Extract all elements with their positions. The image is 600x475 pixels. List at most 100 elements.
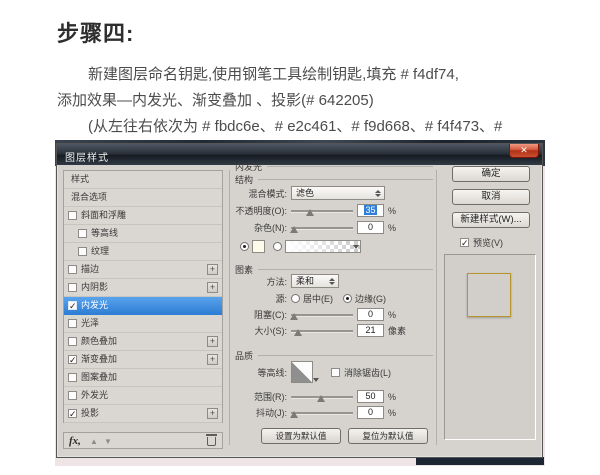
style-item-label: 图案叠加 [81,372,118,382]
range-row: 范围(R): 50 % [235,390,433,403]
choke-value: 0 [367,309,373,319]
reset-default-button[interactable]: 复位为默认值 [348,428,428,444]
style-item-label: 颜色叠加 [81,336,118,346]
checkbox-icon[interactable] [68,301,77,310]
chevron-updown-icon [327,277,336,286]
style-item-gradient-overlay[interactable]: 渐变叠加 + [64,351,222,369]
set-default-button[interactable]: 设置为默认值 [261,428,341,444]
source-center-radio[interactable] [291,294,300,303]
choke-slider[interactable] [290,309,353,321]
tutorial-line-1: 新建图层命名钥匙,使用钢笔工具绘制钥匙,填充 # f4df74, [88,66,459,83]
antialias-checkbox[interactable] [331,367,340,377]
source-edge-radio[interactable] [343,294,352,303]
plus-icon[interactable]: + [207,336,218,347]
style-item-styles[interactable]: 样式 [64,171,222,189]
checkbox-icon[interactable] [68,337,77,346]
noise-input[interactable]: 0 [357,221,384,234]
source-edge-label: 边缘(G) [355,294,386,304]
style-item-label: 描边 [81,264,100,274]
style-item-satin[interactable]: 光泽 [64,315,222,333]
gradient-bar[interactable] [285,240,361,253]
structure-group-header: 结构 [235,173,433,186]
opacity-unit: % [388,205,397,216]
noise-value: 0 [367,222,373,232]
style-item-texture[interactable]: 纹理 [64,243,222,261]
checkbox-icon[interactable] [68,319,77,328]
opacity-slider[interactable] [291,205,353,217]
opacity-input[interactable]: 35 [357,204,384,217]
technique-select[interactable]: 柔和 [291,274,339,288]
fx-icon[interactable]: fx, [69,435,81,447]
checkbox-icon[interactable] [68,409,77,418]
contour-thumbnail[interactable] [291,361,319,383]
cancel-button[interactable]: 取消 [452,189,530,205]
canvas-bottom-strip [416,457,544,465]
range-input[interactable]: 50 [357,390,384,403]
style-item-label: 内发光 [81,300,109,310]
move-down-icon[interactable]: ▼ [104,437,112,446]
color-radio[interactable] [240,242,249,251]
style-item-stroke[interactable]: 描边 + [64,261,222,279]
inner-glow-panel: 内发光 结构 混合模式: 滤色 不透明度(O): 35 % 杂色(N): 0 %… [235,160,433,452]
style-item-label: 等高线 [91,228,119,238]
range-slider[interactable] [291,391,353,403]
technique-value: 柔和 [296,276,315,286]
checkbox-icon[interactable] [68,211,77,220]
blend-mode-select[interactable]: 滤色 [291,186,385,200]
style-item-label: 混合选项 [71,192,108,202]
new-style-button[interactable]: 新建样式(W)... [452,212,530,228]
divider [258,269,433,270]
choke-unit: % [388,309,397,320]
size-input[interactable]: 21 [357,324,384,337]
plus-icon[interactable]: + [207,264,218,275]
checkbox-icon[interactable] [78,229,87,238]
delete-trash-icon[interactable] [206,434,217,446]
jitter-input[interactable]: 0 [357,406,384,419]
technique-row: 方法: 柔和 [235,274,433,288]
style-item-drop-shadow[interactable]: 投影 + [64,405,222,423]
gradient-radio[interactable] [273,242,282,251]
close-icon[interactable]: ✕ [509,144,539,158]
checkbox-icon[interactable] [68,373,77,382]
screenshot-region: 图层样式 ✕ 样式 混合选项 斜面和浮雕 等高线 纹理 描边 + 内阴影 + ✓… [55,140,545,466]
dialog-title: 图层样式 [65,153,109,164]
style-item-blending-options[interactable]: 混合选项 [64,189,222,207]
slider-thumb-icon[interactable] [316,394,325,402]
contour-row: 等高线: 消除锯齿(L) [235,361,433,383]
checkbox-icon[interactable] [78,247,87,256]
slider-thumb-icon[interactable] [290,225,299,233]
style-item-outer-glow[interactable]: 外发光 [64,387,222,405]
slider-thumb-icon[interactable] [290,410,299,418]
checkbox-icon[interactable] [68,391,77,400]
checkbox-icon[interactable] [68,355,77,364]
ok-button[interactable]: 确定 [452,166,530,182]
style-item-inner-glow[interactable]: 内发光 [64,297,222,315]
slider-thumb-icon[interactable] [305,208,314,216]
glow-color-swatch[interactable] [252,240,265,253]
jitter-label: 抖动(J): [256,408,287,418]
preview-checkbox[interactable] [460,238,469,247]
style-item-bevel-emboss[interactable]: 斜面和浮雕 [64,207,222,225]
size-slider[interactable] [291,325,353,337]
slider-thumb-icon[interactable] [294,328,303,336]
move-up-icon[interactable]: ▲ [90,437,98,446]
noise-slider[interactable] [290,222,353,234]
checkbox-icon[interactable] [68,283,77,292]
antialias-label: 消除锯齿(L) [344,367,391,378]
checkbox-icon[interactable] [68,265,77,274]
style-item-contour[interactable]: 等高线 [64,225,222,243]
style-item-inner-shadow[interactable]: 内阴影 + [64,279,222,297]
plus-icon[interactable]: + [207,408,218,419]
jitter-slider[interactable] [290,407,353,419]
blend-mode-label: 混合模式: [248,188,287,199]
style-item-pattern-overlay[interactable]: 图案叠加 [64,369,222,387]
choke-input[interactable]: 0 [357,308,384,321]
plus-icon[interactable]: + [207,354,218,365]
styles-list: 样式 混合选项 斜面和浮雕 等高线 纹理 描边 + 内阴影 + ✓ 内发光 光泽… [63,170,223,423]
plus-icon[interactable]: + [207,282,218,293]
panel-divider-right [436,170,437,445]
size-label: 大小(S): [254,326,288,336]
style-item-color-overlay[interactable]: 颜色叠加 + [64,333,222,351]
slider-thumb-icon[interactable] [290,312,299,320]
blend-mode-value: 滤色 [296,188,315,198]
